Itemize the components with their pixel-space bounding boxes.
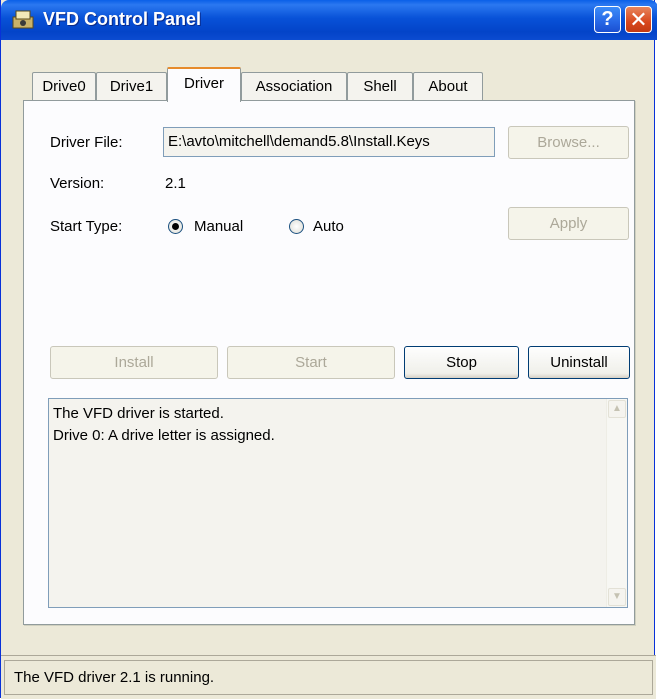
tab-driver[interactable]: Driver: [167, 67, 241, 102]
tab-drive1[interactable]: Drive1: [96, 72, 167, 100]
stop-button[interactable]: Stop: [404, 346, 519, 379]
driver-file-field[interactable]: E:\avto\mitchell\demand5.8\Install.Keys: [163, 127, 495, 157]
log-line: The VFD driver is started.: [53, 405, 224, 422]
manual-radio-label[interactable]: Manual: [194, 218, 243, 235]
browse-button[interactable]: Browse...: [508, 126, 629, 159]
close-button[interactable]: ✕: [625, 6, 652, 33]
tab-drive0[interactable]: Drive0: [32, 72, 96, 100]
vfd-control-panel-window: VFD Control Panel ? ✕ Drive0 Drive1 Driv…: [0, 0, 657, 699]
auto-radio[interactable]: [289, 219, 304, 234]
start-button[interactable]: Start: [227, 346, 395, 379]
install-button[interactable]: Install: [50, 346, 218, 379]
log-box[interactable]: The VFD driver is started. Drive 0: A dr…: [48, 398, 628, 608]
auto-radio-label[interactable]: Auto: [313, 218, 344, 235]
tab-association[interactable]: Association: [241, 72, 347, 100]
help-button[interactable]: ?: [594, 6, 621, 33]
log-line: Drive 0: A drive letter is assigned.: [53, 427, 275, 444]
tab-shell[interactable]: Shell: [347, 72, 413, 100]
tab-about[interactable]: About: [413, 72, 483, 100]
log-scrollbar[interactable]: ▲ ▼: [606, 399, 627, 607]
log-text: The VFD driver is started. Drive 0: A dr…: [53, 403, 275, 447]
status-bar: The VFD driver 2.1 is running.: [1, 655, 656, 699]
window-title: VFD Control Panel: [43, 9, 202, 29]
apply-button[interactable]: Apply: [508, 207, 629, 240]
manual-radio[interactable]: [168, 219, 183, 234]
scroll-down-arrow-icon[interactable]: ▼: [608, 588, 626, 606]
title-bar[interactable]: VFD Control Panel ? ✕: [1, 0, 657, 40]
scroll-up-arrow-icon[interactable]: ▲: [608, 400, 626, 418]
driver-file-label: Driver File:: [50, 134, 123, 151]
start-type-label: Start Type:: [50, 218, 123, 235]
status-text: The VFD driver 2.1 is running.: [4, 660, 653, 695]
uninstall-button[interactable]: Uninstall: [528, 346, 630, 379]
version-value: 2.1: [165, 175, 186, 192]
version-label: Version:: [50, 175, 105, 192]
app-icon: [12, 10, 34, 29]
